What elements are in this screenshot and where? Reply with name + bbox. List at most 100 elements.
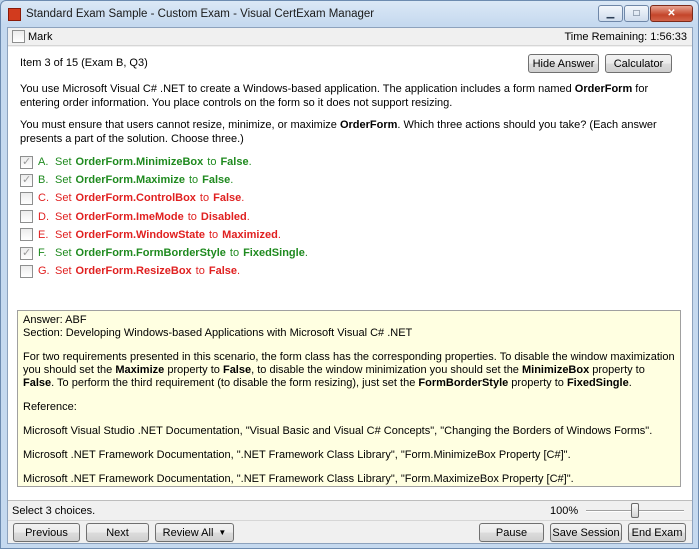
answer-verb: Set bbox=[55, 192, 72, 205]
hide-answer-button[interactable]: Hide Answer bbox=[528, 54, 599, 73]
minimize-button[interactable]: ▁ bbox=[598, 5, 623, 22]
explanation-bold: False bbox=[222, 364, 252, 376]
zoom-value: 100% bbox=[550, 505, 579, 517]
answer-checkbox[interactable] bbox=[20, 246, 33, 260]
item-label: Item 3 of 15 (Exam B, Q3) bbox=[20, 57, 148, 69]
reference-item: Microsoft .NET Framework Documentation, … bbox=[23, 449, 571, 461]
answer-option-a[interactable]: A. Set OrderForm.MinimizeBox to False . bbox=[20, 153, 660, 171]
answer-period: . bbox=[246, 210, 250, 223]
answer-checkbox[interactable] bbox=[20, 264, 33, 278]
answer-letter: G. bbox=[38, 265, 50, 278]
answer-to: to bbox=[208, 228, 219, 241]
answer-checkbox[interactable] bbox=[20, 191, 33, 205]
answer-checkbox[interactable] bbox=[20, 228, 33, 242]
answer-to: to bbox=[195, 265, 205, 278]
answer-option-c[interactable]: C. Set OrderForm.ControlBox to False . bbox=[20, 189, 660, 207]
question-panel: Item 3 of 15 (Exam B, Q3) Hide Answer Ca… bbox=[8, 47, 692, 501]
status-bar: Select 3 choices. 100% bbox=[8, 502, 692, 520]
answer-option-g[interactable]: G. Set OrderForm.ResizeBox to False . bbox=[20, 262, 660, 280]
answer-property: OrderForm.MinimizeBox bbox=[75, 156, 204, 169]
answer-option-d[interactable]: D. Set OrderForm.ImeMode to Disabled . bbox=[20, 208, 660, 226]
answer-letter: C. bbox=[38, 192, 49, 205]
window-controls: ▁ □ ✕ bbox=[598, 5, 693, 22]
question-paragraph-2: You must ensure that users cannot resize… bbox=[20, 118, 675, 146]
answer-to: to bbox=[187, 210, 197, 223]
answer-option-f[interactable]: F. Set OrderForm.FormBorderStyle to Fixe… bbox=[20, 244, 660, 262]
calculator-button[interactable]: Calculator bbox=[605, 54, 672, 73]
explanation-fragment: , to disable the window minimization you… bbox=[251, 364, 522, 376]
chevron-down-icon: ▼ bbox=[218, 528, 227, 537]
answer-property: OrderForm.ImeMode bbox=[75, 210, 184, 223]
answer-property: OrderForm.ResizeBox bbox=[75, 265, 192, 278]
explanation-fragment: property to bbox=[164, 364, 223, 376]
explanation-bold: FixedSingle bbox=[566, 377, 629, 389]
answer-period: . bbox=[237, 265, 241, 278]
close-button[interactable]: ✕ bbox=[650, 5, 693, 22]
explanation-fragment: property to bbox=[508, 377, 567, 389]
answer-period: . bbox=[304, 247, 308, 260]
question-text: You must ensure that users cannot resize… bbox=[20, 119, 340, 131]
mark-checkbox[interactable] bbox=[12, 30, 25, 43]
answer-to: to bbox=[229, 247, 240, 260]
explanation-bold: Maximize bbox=[115, 364, 165, 376]
explanation-panel: Answer: ABF Section: Developing Windows-… bbox=[17, 310, 681, 487]
zoom-slider-thumb[interactable] bbox=[631, 503, 639, 518]
answer-letter: A. bbox=[38, 156, 49, 169]
answer-property: OrderForm.ControlBox bbox=[75, 192, 196, 205]
explanation-fragment: . To perform the third requirement (to d… bbox=[51, 377, 419, 389]
answer-option-e[interactable]: E. Set OrderForm.WindowState to Maximize… bbox=[20, 226, 660, 244]
save-session-button[interactable]: Save Session bbox=[550, 523, 622, 542]
mark-label[interactable]: Mark bbox=[28, 31, 52, 43]
answer-verb: Set bbox=[55, 228, 72, 241]
previous-button[interactable]: Previous bbox=[13, 523, 80, 542]
answer-checkbox[interactable] bbox=[20, 210, 33, 224]
explanation-bold: FormBorderStyle bbox=[418, 377, 509, 389]
answer-checkbox[interactable] bbox=[20, 155, 33, 169]
answer-letter: E. bbox=[38, 228, 49, 241]
pause-button[interactable]: Pause bbox=[479, 523, 544, 542]
answer-letter: F. bbox=[38, 247, 47, 260]
answer-verb: Set bbox=[55, 265, 72, 278]
answer-option-b[interactable]: B. Set OrderForm.Maximize to False . bbox=[20, 171, 660, 189]
answer-value: FixedSingle bbox=[243, 247, 305, 260]
section-line: Section: Developing Windows-based Applic… bbox=[23, 327, 413, 339]
explanation-fragment: . bbox=[628, 377, 632, 389]
answer-checkbox[interactable] bbox=[20, 173, 33, 187]
answer-period: . bbox=[241, 192, 245, 205]
answer-property: OrderForm.WindowState bbox=[75, 228, 205, 241]
answer-property: OrderForm.Maximize bbox=[75, 174, 185, 187]
mark-bar: Mark Time Remaining: 1:56:33 bbox=[8, 28, 692, 46]
reference-label: Reference: bbox=[23, 401, 77, 413]
answer-to: to bbox=[199, 192, 210, 205]
answer-letter: D. bbox=[38, 210, 49, 223]
app-window: Standard Exam Sample - Custom Exam - Vis… bbox=[0, 0, 699, 549]
answer-verb: Set bbox=[55, 247, 72, 260]
answer-line: Answer: ABF bbox=[23, 314, 87, 326]
question-form-name: OrderForm bbox=[339, 119, 398, 131]
answer-value: False bbox=[213, 192, 242, 205]
question-text: You use Microsoft Visual C# .NET to crea… bbox=[20, 83, 575, 95]
window-title: Standard Exam Sample - Custom Exam - Vis… bbox=[26, 8, 375, 20]
answer-value: False bbox=[208, 265, 237, 278]
review-all-button[interactable]: Review All ▼ bbox=[155, 523, 234, 542]
answer-property: OrderForm.FormBorderStyle bbox=[75, 247, 226, 260]
end-exam-button[interactable]: End Exam bbox=[628, 523, 686, 542]
question-paragraph-1: You use Microsoft Visual C# .NET to crea… bbox=[20, 82, 675, 110]
answer-verb: Set bbox=[55, 210, 72, 223]
minimize-icon: ▁ bbox=[606, 8, 615, 19]
maximize-button[interactable]: □ bbox=[624, 5, 649, 22]
answer-period: . bbox=[277, 228, 281, 241]
answer-to: to bbox=[207, 156, 217, 169]
next-button[interactable]: Next bbox=[86, 523, 149, 542]
answer-period: . bbox=[248, 156, 252, 169]
reference-item: Microsoft .NET Framework Documentation, … bbox=[23, 473, 574, 485]
client-area: Mark Time Remaining: 1:56:33 Item 3 of 1… bbox=[7, 27, 693, 544]
app-icon bbox=[8, 7, 21, 21]
time-remaining: Time Remaining: 1:56:33 bbox=[564, 31, 688, 43]
status-text: Select 3 choices. bbox=[12, 505, 96, 517]
title-bar[interactable]: Standard Exam Sample - Custom Exam - Vis… bbox=[1, 1, 698, 27]
question-form-name: OrderForm bbox=[574, 83, 633, 95]
close-icon: ✕ bbox=[667, 8, 676, 19]
review-all-label: Review All bbox=[162, 526, 214, 539]
answer-verb: Set bbox=[55, 174, 72, 187]
